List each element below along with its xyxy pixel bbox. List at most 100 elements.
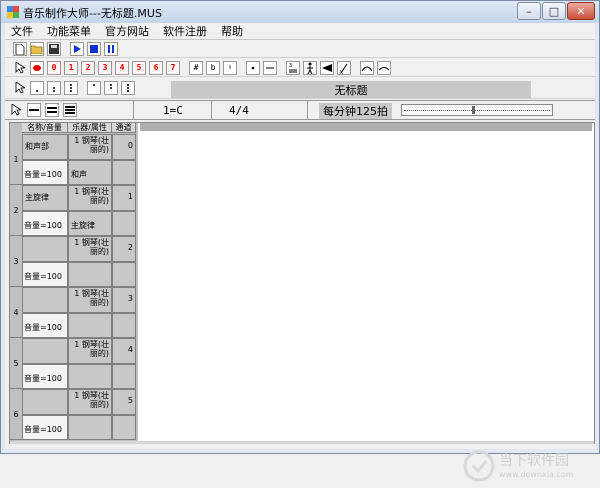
track-attribute[interactable]: [68, 262, 112, 287]
flat-button[interactable]: b: [206, 60, 220, 75]
menu-help[interactable]: 帮助: [221, 23, 243, 39]
track-channel-extra: [112, 211, 136, 236]
tempo-slider[interactable]: [401, 104, 553, 116]
figure-icon[interactable]: [303, 60, 317, 75]
pointer-icon-2[interactable]: [13, 81, 27, 95]
menu-functions[interactable]: 功能菜单: [47, 23, 91, 39]
track-volume[interactable]: 音量=100: [22, 160, 68, 185]
track-number: 4: [10, 287, 22, 338]
track-channel[interactable]: 3: [112, 287, 136, 313]
note-0-button[interactable]: 0: [47, 60, 61, 75]
pointer-icon-3[interactable]: [11, 103, 23, 119]
key-signature[interactable]: 1=C: [163, 104, 183, 117]
track-channel-extra: [112, 364, 136, 389]
stop-icon[interactable]: [87, 42, 101, 56]
header-instrument: 乐器/属性: [68, 123, 112, 133]
beam-2-icon[interactable]: [45, 103, 59, 117]
track-channel-extra: [112, 313, 136, 338]
note-1-button[interactable]: 1: [64, 60, 78, 75]
dash-icon[interactable]: [263, 60, 277, 75]
sharp-button[interactable]: #: [189, 60, 203, 75]
app-icon: [7, 6, 19, 18]
track-channel[interactable]: 5: [112, 389, 136, 415]
minimize-button[interactable]: –: [517, 2, 541, 20]
track-name[interactable]: 主旋律: [22, 185, 68, 211]
track-channel[interactable]: 0: [112, 134, 136, 160]
track-instrument[interactable]: 1 钢琴(壮丽的): [68, 185, 112, 211]
track-channel[interactable]: 1: [112, 185, 136, 211]
track-name[interactable]: [22, 287, 68, 313]
track-volume[interactable]: 音量=100: [22, 364, 68, 389]
track-number: 5: [10, 338, 22, 389]
track-channel-extra: [112, 262, 136, 287]
crescendo-icon[interactable]: [320, 60, 334, 75]
track-channel[interactable]: 4: [112, 338, 136, 364]
track-name[interactable]: [22, 389, 68, 415]
track-volume[interactable]: 音量=100: [22, 262, 68, 287]
beam-1-icon[interactable]: [27, 103, 41, 117]
track-attribute[interactable]: 主旋律: [68, 211, 112, 236]
new-icon[interactable]: [13, 42, 27, 56]
track-instrument[interactable]: 1 钢琴(壮丽的): [68, 134, 112, 160]
maximize-button[interactable]: □: [542, 2, 566, 20]
title-bar: 音乐制作大师---无标题.MUS – □ ✕: [1, 1, 599, 23]
dot-above-1-icon[interactable]: [87, 81, 101, 95]
svg-text:k: k: [340, 70, 343, 74]
slur-icon[interactable]: [360, 60, 374, 75]
menu-file[interactable]: 文件: [11, 23, 33, 39]
track-instrument[interactable]: 1 钢琴(壮丽的): [68, 389, 112, 415]
score-title[interactable]: 无标题: [171, 81, 531, 98]
natural-button[interactable]: ♮: [223, 60, 237, 75]
track-attribute[interactable]: [68, 415, 112, 440]
dot-above-2-icon[interactable]: [104, 81, 118, 95]
client-area: 0 1 2 3 4 5 6 7 # b ♮ 3 k 无标题 1=C 4/4 每分…: [5, 39, 595, 482]
note-4-button[interactable]: 4: [115, 60, 129, 75]
triplet-icon[interactable]: 3: [286, 60, 300, 75]
track-name[interactable]: 和声部: [22, 134, 68, 160]
tempo-slider-thumb[interactable]: [472, 106, 475, 114]
menu-website[interactable]: 官方网站: [105, 23, 149, 39]
track-instrument[interactable]: 1 钢琴(壮丽的): [68, 338, 112, 364]
dot-below-2-icon[interactable]: [47, 81, 61, 95]
horizontal-scrollbar[interactable]: [10, 441, 594, 444]
track-name[interactable]: [22, 236, 68, 262]
track-volume[interactable]: 音量=100: [22, 415, 68, 440]
grace-note-icon[interactable]: k: [337, 60, 351, 75]
dot-above-3-icon[interactable]: [121, 81, 135, 95]
track-attribute[interactable]: [68, 364, 112, 389]
track-volume[interactable]: 音量=100: [22, 313, 68, 338]
dot-below-1-icon[interactable]: [30, 81, 44, 95]
note-2-button[interactable]: 2: [81, 60, 95, 75]
track-number: 1: [10, 134, 22, 185]
play-icon[interactable]: [70, 42, 84, 56]
note-3-button[interactable]: 3: [98, 60, 112, 75]
rest-icon[interactable]: [30, 60, 44, 75]
track-name[interactable]: [22, 338, 68, 364]
note-6-button[interactable]: 6: [149, 60, 163, 75]
dot-below-3-icon[interactable]: [64, 81, 78, 95]
track-number: 3: [10, 236, 22, 287]
track-attribute[interactable]: [68, 313, 112, 338]
watermark: 当下软件园 www.downxia.com: [463, 446, 593, 488]
track-instrument[interactable]: 1 钢琴(壮丽的): [68, 287, 112, 313]
track-channel[interactable]: 2: [112, 236, 136, 262]
note-7-button[interactable]: 7: [166, 60, 180, 75]
dot-icon[interactable]: [246, 60, 260, 75]
tie-icon[interactable]: [377, 60, 391, 75]
toolbar-notes: 0 1 2 3 4 5 6 7 # b ♮ 3 k: [5, 59, 595, 77]
track-attribute[interactable]: 和声: [68, 160, 112, 185]
track-channel-extra: [112, 160, 136, 185]
note-5-button[interactable]: 5: [132, 60, 146, 75]
beam-3-icon[interactable]: [63, 103, 77, 117]
score-canvas[interactable]: [140, 123, 592, 441]
tempo-label: 每分钟125拍: [319, 103, 392, 119]
time-signature[interactable]: 4/4: [229, 104, 249, 117]
pointer-icon[interactable]: [13, 61, 27, 75]
pause-icon[interactable]: [104, 42, 118, 56]
menu-register[interactable]: 软件注册: [163, 23, 207, 39]
track-volume[interactable]: 音量=100: [22, 211, 68, 236]
track-instrument[interactable]: 1 钢琴(壮丽的): [68, 236, 112, 262]
close-button[interactable]: ✕: [567, 2, 595, 20]
open-icon[interactable]: [30, 42, 44, 56]
save-icon[interactable]: [47, 42, 61, 56]
